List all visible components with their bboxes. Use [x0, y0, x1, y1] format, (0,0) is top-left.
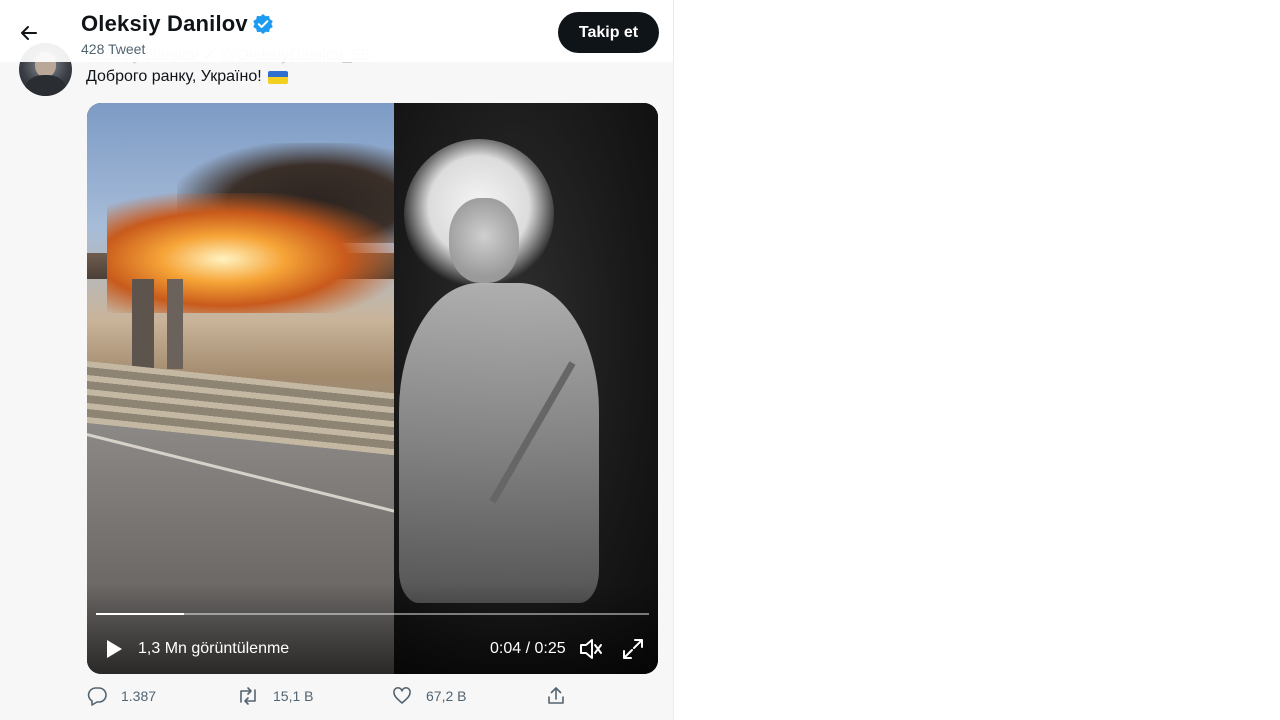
video-progress-bar[interactable] [96, 613, 649, 615]
pillar-shape [167, 279, 183, 369]
pillar-shape [132, 279, 154, 369]
fullscreen-icon [623, 639, 643, 659]
play-icon [107, 640, 122, 658]
tweet-page: Oleksiy Danilov ✓ @OleksiyDanilov_56 Доб… [0, 0, 674, 720]
video-player[interactable]: 1,3 Mn görüntülenme 0:04 / 0:25 [87, 103, 658, 674]
heart-icon [393, 687, 411, 704]
video-time: 0:04 / 0:25 [490, 640, 566, 657]
follow-button[interactable]: Takip et [558, 12, 659, 53]
play-button[interactable] [102, 636, 126, 662]
share-button[interactable] [546, 686, 566, 706]
retweet-count: 15,1 B [273, 688, 314, 704]
volume-button[interactable] [578, 636, 604, 662]
like-button[interactable]: 67,2 B [392, 686, 466, 706]
reply-icon [87, 687, 107, 706]
like-count: 67,2 B [426, 688, 467, 704]
tweet-text: Доброго ранку, Україно! [86, 68, 288, 86]
tweet-count: 428 Tweet [81, 41, 146, 57]
back-button[interactable] [12, 16, 46, 50]
fullscreen-button[interactable] [620, 636, 646, 662]
speaker-muted-icon [580, 639, 602, 659]
dress-shape [399, 283, 599, 603]
avatar-body [25, 75, 66, 96]
reply-count: 1.387 [121, 688, 157, 704]
ukraine-flag-icon [267, 70, 288, 84]
profile-name: Oleksiy Danilov [81, 11, 274, 37]
retweet-icon [240, 687, 256, 705]
profile-name-text: Oleksiy Danilov [81, 11, 248, 36]
controls-overlay [87, 583, 658, 674]
profile-header: Oleksiy Danilov 428 Tweet Takip et [0, 0, 673, 62]
reply-button[interactable]: 1.387 [87, 686, 156, 706]
view-count: 1,3 Mn görüntülenme [138, 640, 290, 657]
video-progress-fill [96, 613, 185, 615]
verified-badge-icon [252, 13, 274, 35]
retweet-button[interactable]: 15,1 B [237, 686, 313, 706]
share-icon [548, 687, 564, 704]
tweet-text-body: Доброго ранку, Україно! [86, 68, 262, 85]
face-shape [449, 198, 519, 283]
back-arrow-icon [21, 26, 37, 40]
